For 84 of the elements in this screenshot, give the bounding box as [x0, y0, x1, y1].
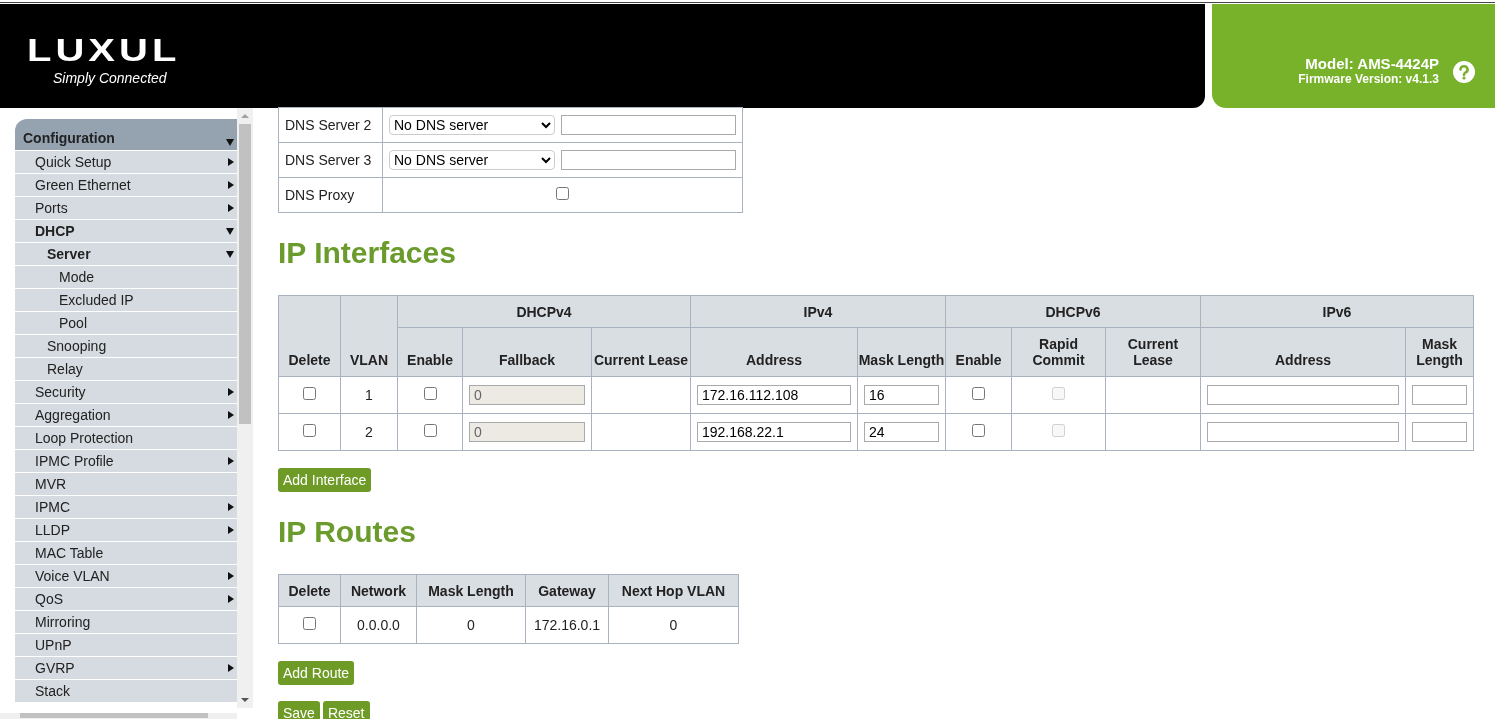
- input-field[interactable]: [1412, 422, 1467, 442]
- checkbox[interactable]: [972, 387, 985, 400]
- column-header: Gateway: [525, 574, 609, 607]
- input-field[interactable]: [1207, 422, 1399, 442]
- input-field[interactable]: [561, 115, 736, 135]
- sidebar-item[interactable]: QoS: [15, 588, 237, 611]
- input-field[interactable]: 192.168.22.1: [697, 422, 851, 442]
- firmware-version: Firmware Version: v4.1.3: [1298, 72, 1439, 86]
- dns-select[interactable]: No DNS server: [389, 150, 555, 170]
- sidebar-item[interactable]: Mirroring: [15, 611, 237, 634]
- sidebar-item[interactable]: Ports: [15, 197, 237, 220]
- input-field[interactable]: 24: [864, 422, 939, 442]
- sidebar-item[interactable]: MVR: [15, 473, 237, 496]
- checkbox[interactable]: [423, 424, 437, 437]
- column-header: VLAN: [340, 295, 398, 377]
- column-header: Mask Length: [1405, 327, 1474, 377]
- sidebar-item[interactable]: Stack: [15, 680, 237, 703]
- section-heading: IP Interfaces: [278, 235, 456, 271]
- logo-tagline: Simply Connected: [53, 70, 167, 86]
- column-header: Mask Length: [416, 574, 526, 607]
- table-cell: 0.0.0.0: [340, 606, 417, 644]
- column-header: Address: [690, 327, 858, 377]
- sidebar-item[interactable]: Snooping: [15, 335, 237, 358]
- sidebar-item[interactable]: MAC Table: [15, 542, 237, 565]
- checkbox[interactable]: [303, 424, 316, 437]
- column-group-header: IPv4: [690, 295, 946, 328]
- sidebar-item[interactable]: Aggregation: [15, 404, 237, 427]
- column-group-header: DHCPv6: [945, 295, 1201, 328]
- column-header: Current Lease: [1105, 327, 1201, 377]
- column-header: Delete: [278, 574, 341, 607]
- scrollbar[interactable]: [237, 108, 253, 708]
- row-label: DNS Server 3: [285, 152, 372, 168]
- input-field[interactable]: [1412, 385, 1467, 405]
- section-heading: IP Routes: [278, 514, 416, 550]
- sidebar-item[interactable]: GVRP: [15, 657, 237, 680]
- sidebar-item[interactable]: Server: [15, 243, 237, 266]
- help-icon[interactable]: [1453, 61, 1475, 83]
- model-label: Model: AMS-4424P: [1305, 55, 1439, 72]
- sidebar-item[interactable]: Voice VLAN: [15, 565, 237, 588]
- column-header: Network: [340, 574, 417, 607]
- dns-select[interactable]: No DNS server: [389, 115, 555, 135]
- table-cell: 0: [608, 606, 739, 644]
- input-field[interactable]: 16: [864, 385, 939, 405]
- sidebar-item[interactable]: UPnP: [15, 634, 237, 657]
- sidebar-item[interactable]: IPMC: [15, 496, 237, 519]
- sidebar-item[interactable]: DHCP: [15, 220, 237, 243]
- column-header: Mask Length: [857, 327, 946, 377]
- checkbox[interactable]: [972, 424, 985, 437]
- column-group-header: DHCPv4: [397, 295, 691, 328]
- sidebar-item[interactable]: Excluded IP: [15, 289, 237, 312]
- column-header: Current Lease: [591, 327, 691, 377]
- checkbox[interactable]: [556, 187, 569, 200]
- checkbox[interactable]: [303, 617, 316, 630]
- table-cell: 1: [340, 376, 398, 414]
- sidebar-item[interactable]: Loop Protection: [15, 427, 237, 450]
- checkbox[interactable]: [303, 387, 316, 400]
- column-header: Fallback: [462, 327, 592, 377]
- input-field[interactable]: 172.16.112.108: [697, 385, 851, 405]
- sidebar-item[interactable]: Mode: [15, 266, 237, 289]
- column-group-header: IPv6: [1200, 295, 1474, 328]
- table-cell: 2: [340, 413, 398, 451]
- sidebar-item[interactable]: Relay: [15, 358, 237, 381]
- column-header: Rapid Commit: [1011, 327, 1106, 377]
- menu-section-header[interactable]: Configuration: [15, 119, 237, 151]
- table-cell: 172.16.0.1: [525, 606, 609, 644]
- luxul-logo: LUXUL: [27, 34, 181, 66]
- table-cell: 0: [416, 606, 526, 644]
- sidebar-item[interactable]: Security: [15, 381, 237, 404]
- sidebar-item[interactable]: LLDP: [15, 519, 237, 542]
- input-field[interactable]: [1207, 385, 1399, 405]
- column-header: Delete: [278, 295, 341, 377]
- column-header: Enable: [945, 327, 1012, 377]
- input-field[interactable]: [561, 150, 736, 170]
- sidebar-item[interactable]: Pool: [15, 312, 237, 335]
- sidebar-item[interactable]: Green Ethernet: [15, 174, 237, 197]
- horizontal-scrollbar[interactable]: [0, 713, 237, 719]
- column-header: Address: [1200, 327, 1406, 377]
- column-header: Next Hop VLAN: [608, 574, 739, 607]
- row-label: DNS Server 2: [285, 117, 372, 133]
- checkbox[interactable]: [423, 387, 437, 400]
- column-header: Enable: [397, 327, 463, 377]
- sidebar-item[interactable]: IPMC Profile: [15, 450, 237, 473]
- sidebar-item[interactable]: Quick Setup: [15, 151, 237, 174]
- row-label: DNS Proxy: [285, 187, 355, 203]
